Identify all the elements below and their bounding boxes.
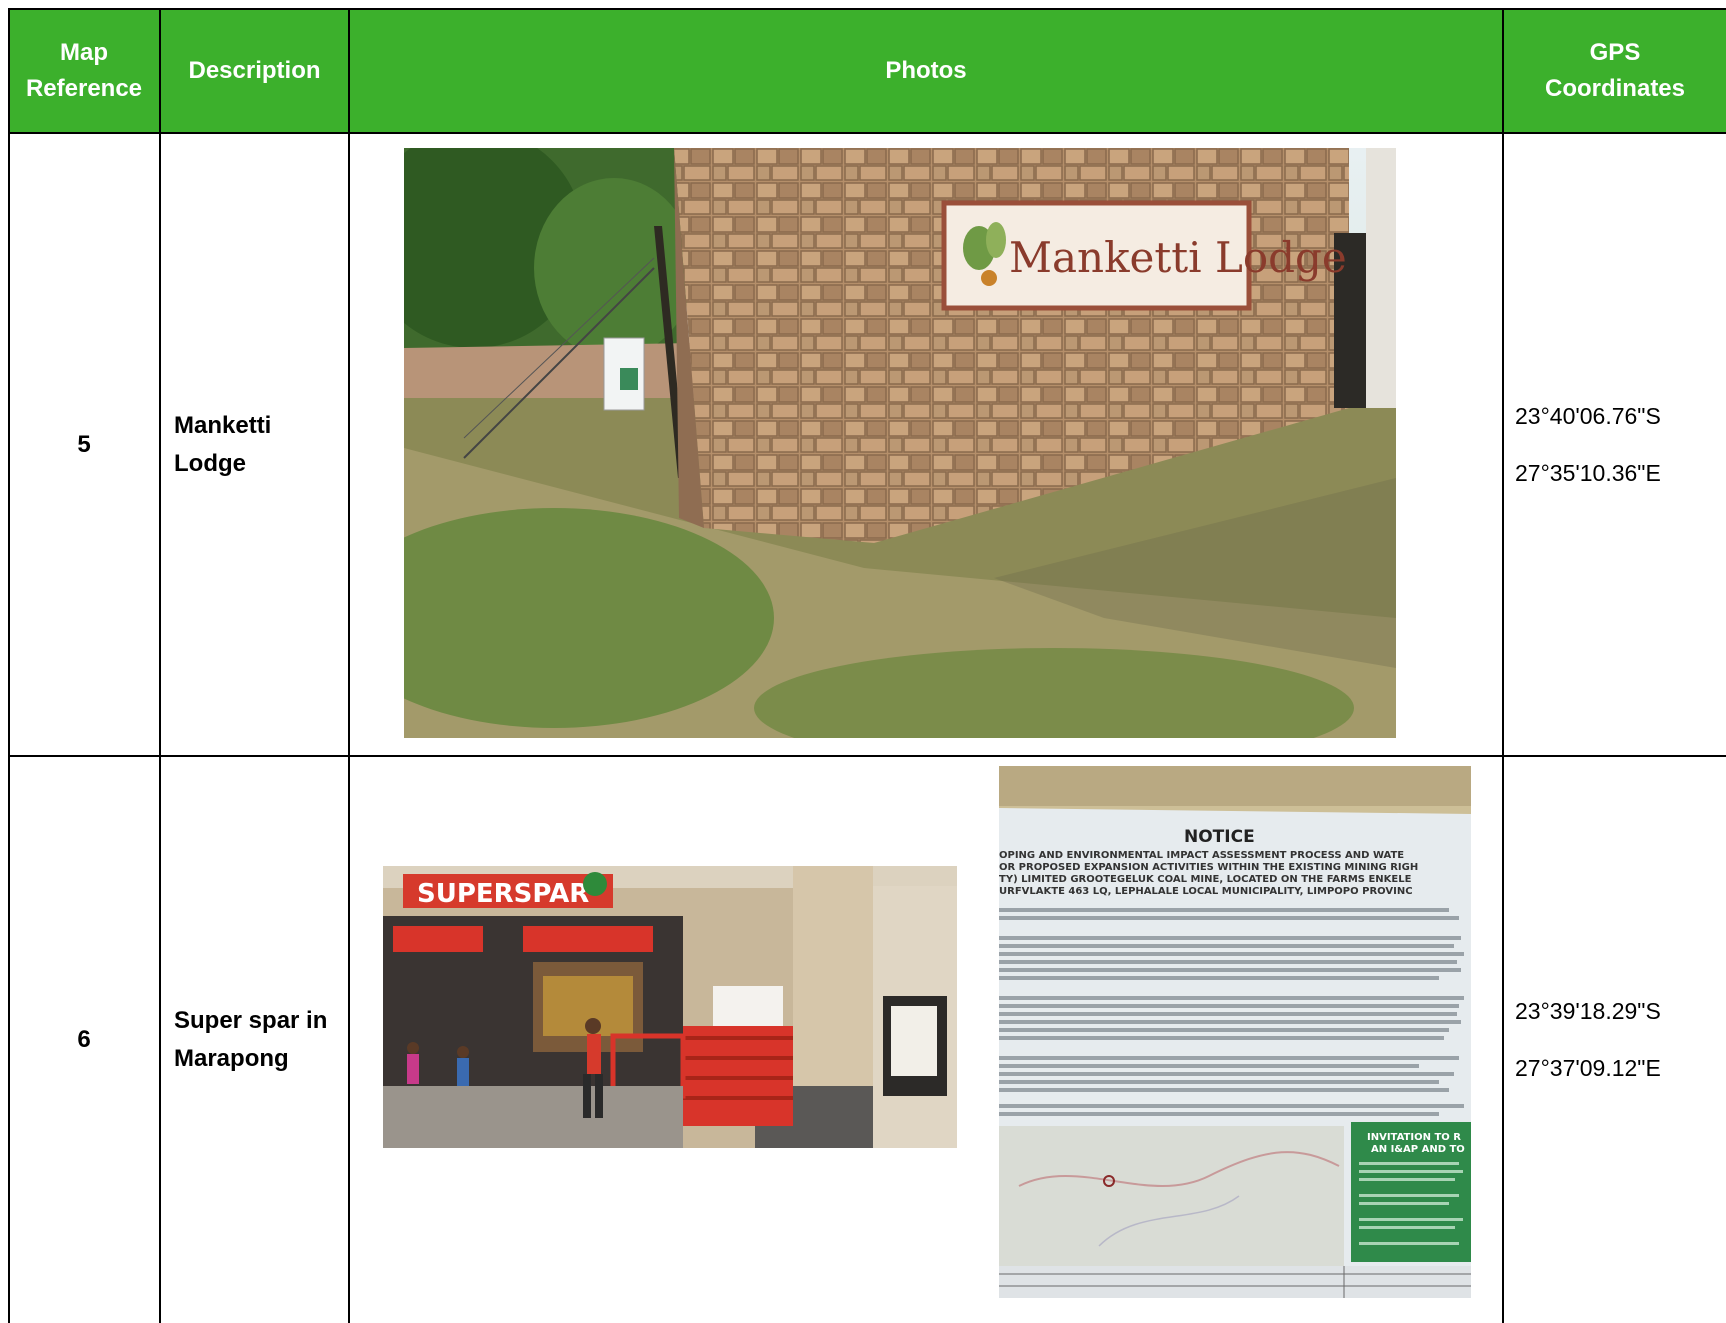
table-col-divider-2 [348, 8, 350, 1323]
notice-line-4: URFVLAKTE 463 LQ, LEPHALALE LOCAL MUNICI… [999, 886, 1413, 897]
header-map-reference-line2: Reference [25, 75, 143, 102]
notice-box-title-1: INVITATION TO R [1367, 1132, 1461, 1143]
header-gps-line1: GPS [1589, 39, 1641, 66]
header-photos: Photos [350, 9, 1502, 133]
row-5-description-line2: Lodge [174, 449, 246, 477]
row-6-map-ref-value: 6 [77, 1026, 91, 1053]
row-6-gps-lat: 23°39'18.29"S [1515, 998, 1661, 1024]
row-6-description-line2: Marapong [174, 1045, 289, 1072]
notice-line-2: OR PROPOSED EXPANSION ACTIVITIES WITHIN … [999, 862, 1418, 873]
row-6-gps-lon: 27°37'09.12"E [1515, 1055, 1661, 1081]
notice-title: NOTICE [1184, 827, 1255, 847]
header-gps-coordinates: GPS Coordinates [1504, 9, 1726, 133]
manketti-sign-text: Manketti Lodge [1009, 233, 1347, 282]
row-5-gps-lat: 23°40'06.76"S [1515, 402, 1661, 429]
notice-box-title-2: AN I&AP AND TO [1371, 1144, 1465, 1155]
row-6-description: Super spar in Marapong [174, 757, 346, 1323]
header-gps-line2: Coordinates [1544, 75, 1685, 102]
photo-manketti-lodge-image: Manketti Lodge [404, 148, 1396, 738]
photo-superspar-image: SUPERSPAR [383, 866, 957, 1148]
row-5-description-line1: Manketti [174, 411, 272, 439]
row-5-gps-lon: 27°35'10.36"E [1515, 459, 1661, 486]
row-5-gps: 23°40'06.76"S 27°35'10.36"E [1515, 134, 1720, 755]
notice-line-1: OPING AND ENVIRONMENTAL IMPACT ASSESSMEN… [999, 850, 1404, 861]
row-6-gps: 23°39'18.29"S 27°37'09.12"E [1515, 757, 1720, 1323]
header-map-reference: Map Reference [9, 9, 159, 133]
photo-notice-image: NOTICE OPING AND ENVIRONMENTAL IMPACT AS… [999, 766, 1471, 1298]
table-col-divider-3 [1502, 8, 1504, 1323]
photo-superspar-storefront: SUPERSPAR [383, 866, 957, 1148]
table-border-top [8, 8, 1726, 10]
photo-public-notice: NOTICE OPING AND ENVIRONMENTAL IMPACT AS… [999, 766, 1471, 1298]
row-5-map-ref: 5 [9, 134, 159, 755]
header-photos-label: Photos [885, 57, 967, 84]
notice-line-3: TY) LIMITED GROOTEGELUK COAL MINE, LOCAT… [999, 874, 1412, 885]
row-5-description: Manketti Lodge [174, 134, 346, 755]
table-col-divider-1 [159, 8, 161, 1323]
superspar-sign-text: SUPERSPAR [417, 879, 589, 909]
header-map-reference-line1: Map [60, 39, 108, 66]
photo-manketti-lodge-entrance: Manketti Lodge [404, 148, 1396, 738]
document-page: Map Reference Description Photos GPS Coord… [0, 0, 1726, 1323]
row-6-map-ref: 6 [9, 757, 159, 1323]
row-5-map-ref-value: 5 [77, 430, 91, 458]
header-description-label: Description [188, 57, 321, 84]
header-description: Description [161, 9, 348, 133]
row-6-description-line1: Super spar in [174, 1007, 328, 1034]
